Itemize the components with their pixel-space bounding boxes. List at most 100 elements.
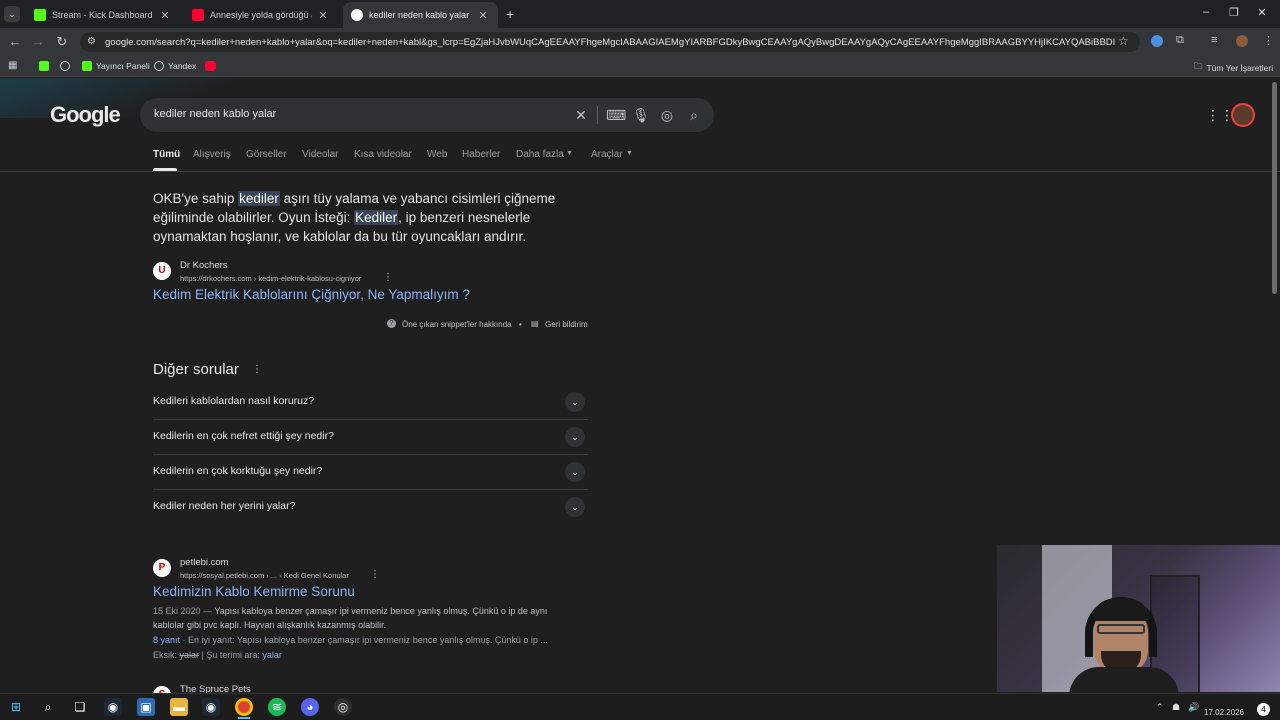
tray-overflow-icon[interactable]: ⌃	[1156, 702, 1164, 713]
tab-tools[interactable]: Araçlar	[591, 149, 623, 160]
about-snippets-link[interactable]: Öne çıkan snippet'ler hakkında	[402, 320, 512, 329]
drkochers-favicon[interactable]: U	[153, 262, 171, 280]
forward-icon[interactable]: →	[30, 34, 46, 50]
missing-terms: Eksik: yalar | Şu terimi ara: yalar	[153, 650, 573, 660]
active-app-indicator	[238, 717, 250, 719]
tab-short-videos[interactable]: Kısa videolar	[354, 149, 412, 160]
google-apps-icon[interactable]: ⋮⋮	[1206, 107, 1234, 124]
feedback-link[interactable]: Geri bildirim	[545, 320, 588, 329]
chevron-down-icon[interactable]: ⌄	[565, 497, 585, 517]
paa-question[interactable]: Kedilerin en çok korktuğu şey nedir? ⌄	[153, 455, 588, 490]
store-icon[interactable]: ▣	[137, 698, 155, 716]
tab-youtube-video[interactable]: Annesiyle yolda gördüğü araba ✕	[184, 2, 338, 28]
separator-dot: •	[519, 320, 522, 329]
petlebi-favicon[interactable]: P	[153, 559, 171, 577]
bookmark-yandex[interactable]: Yandex	[154, 61, 196, 71]
tab-images[interactable]: Görseller	[246, 149, 287, 160]
restore-icon[interactable]: ❐	[1224, 6, 1244, 19]
paa-question[interactable]: Kedileri kablolardan nasıl koruruz? ⌄	[153, 385, 588, 420]
question-text: Kedileri kablolardan nasıl koruruz?	[153, 395, 315, 407]
bookmark-yayinci-paneli[interactable]: Yayıncı Paneli	[82, 61, 150, 71]
chrome-icon[interactable]	[235, 698, 253, 716]
tab-kick-dashboard[interactable]: Stream - Kick Dashboard ✕	[26, 2, 180, 28]
chevron-down-icon[interactable]: ⌄	[565, 427, 585, 447]
chevron-down-icon: ▼	[566, 150, 573, 157]
lens-icon[interactable]: ◎	[658, 106, 676, 124]
extension-icon[interactable]	[1151, 35, 1163, 47]
microphone-icon[interactable]: 🎙	[632, 106, 650, 124]
result-title-link[interactable]: Kedim Elektrik Kablolarını Çiğniyor, Ne …	[153, 287, 470, 302]
globe-bookmark-icon[interactable]	[60, 61, 70, 71]
close-icon[interactable]: ✕	[158, 9, 172, 22]
search-icon[interactable]: ⌕	[39, 698, 57, 716]
youtube-bookmark-icon[interactable]	[205, 61, 216, 71]
new-tab-button[interactable]: +	[506, 6, 514, 22]
tab-shopping[interactable]: Alışveriş	[193, 149, 231, 160]
steam-app-icon[interactable]: ◉	[202, 698, 220, 716]
tab-title: Stream - Kick Dashboard	[52, 10, 153, 20]
source-name[interactable]: petlebi.com	[180, 557, 229, 568]
source-url[interactable]: https://drkochers.com › kedim-elektrik-k…	[180, 274, 361, 283]
chevron-down-icon[interactable]: ⌄	[565, 462, 585, 482]
tab-google-search[interactable]: kediler neden kablo yalar - Goo ✕	[343, 2, 498, 28]
network-icon[interactable]: ☗	[1172, 702, 1180, 713]
tab-videos[interactable]: Videolar	[302, 149, 339, 160]
spotify-icon[interactable]: ≋	[268, 698, 286, 716]
apps-grid-icon[interactable]: ▦	[8, 60, 17, 71]
paa-question[interactable]: Kedilerin en çok nefret ettiği şey nedir…	[153, 420, 588, 455]
source-url[interactable]: https://sosyal.petlebi.com › ... › Kedi …	[180, 571, 349, 580]
steam-icon[interactable]: ◉	[104, 698, 122, 716]
more-options-icon[interactable]: ⋮	[370, 569, 380, 580]
help-icon[interactable]: ?	[387, 319, 396, 328]
tab-all[interactable]: Tümü	[153, 149, 180, 160]
page-scrollbar[interactable]	[1272, 82, 1277, 294]
question-text: Kedilerin en çok nefret ettiği şey nedir…	[153, 430, 334, 442]
all-bookmarks[interactable]: 🗀 Tüm Yer İşaretleri	[1194, 61, 1273, 75]
people-also-ask-title: Diğer sorular	[153, 361, 239, 378]
close-icon[interactable]: ✕	[476, 9, 490, 22]
must-include-label: | Şu terimi ara:	[199, 650, 263, 660]
close-icon[interactable]: ✕	[316, 9, 330, 22]
bookmark-star-icon[interactable]: ☆	[1118, 34, 1129, 48]
site-info-icon[interactable]: ⚙	[87, 36, 96, 47]
clear-icon[interactable]: ✕	[572, 106, 590, 124]
streamer-hair	[1093, 599, 1149, 621]
feedback-icon[interactable]: ▤	[531, 319, 539, 328]
media-controls-icon[interactable]: ≡	[1211, 34, 1217, 46]
must-include-link[interactable]: yalar	[262, 650, 282, 660]
more-options-icon[interactable]: ⋮	[383, 272, 393, 283]
profile-avatar[interactable]	[1236, 35, 1248, 47]
obs-icon[interactable]: ◎	[334, 698, 352, 716]
minimize-icon[interactable]: –	[1196, 6, 1216, 18]
back-icon[interactable]: ←	[7, 34, 23, 50]
reload-icon[interactable]: ↻	[54, 34, 70, 50]
volume-icon[interactable]: 🔊	[1188, 702, 1199, 713]
google-logo[interactable]: Google	[50, 102, 121, 128]
youtube-icon	[192, 9, 204, 21]
kick-bookmark-icon[interactable]	[39, 61, 49, 71]
notification-badge[interactable]: 4	[1257, 703, 1270, 716]
chevron-down-icon[interactable]: ⌄	[565, 392, 585, 412]
task-view-icon[interactable]: ❏	[71, 698, 89, 716]
search-icon[interactable]: ⌕	[685, 106, 703, 124]
tab-web[interactable]: Web	[427, 149, 447, 160]
chevron-down-icon: ▼	[626, 150, 633, 157]
tab-search-button[interactable]: ⌄	[4, 6, 20, 22]
chrome-menu-icon[interactable]: ⋮	[1263, 34, 1274, 47]
result-title-link[interactable]: Kedimizin Kablo Kemirme Sorunu	[153, 584, 355, 599]
account-avatar[interactable]	[1231, 103, 1255, 127]
tab-more[interactable]: Daha fazla	[516, 149, 564, 160]
windows-start-icon[interactable]: ⊞	[7, 698, 25, 716]
close-window-icon[interactable]: ✕	[1252, 6, 1272, 19]
source-name[interactable]: Dr Kochers	[180, 260, 228, 271]
extensions-puzzle-icon[interactable]: ⧉	[1176, 34, 1184, 47]
answers-link[interactable]: 8 yanıt	[153, 635, 180, 645]
taskbar-date[interactable]: 17.02.2026	[1204, 708, 1244, 717]
more-options-icon[interactable]: ⋮	[252, 364, 262, 375]
keyboard-icon[interactable]: ⌨	[606, 106, 626, 124]
paa-question[interactable]: Kediler neden her yerini yalar? ⌄	[153, 490, 588, 525]
file-explorer-icon[interactable]: ▬	[170, 698, 188, 716]
tab-news[interactable]: Haberler	[462, 149, 500, 160]
kick-icon	[34, 9, 46, 21]
discord-icon[interactable]: ◕	[301, 698, 319, 716]
